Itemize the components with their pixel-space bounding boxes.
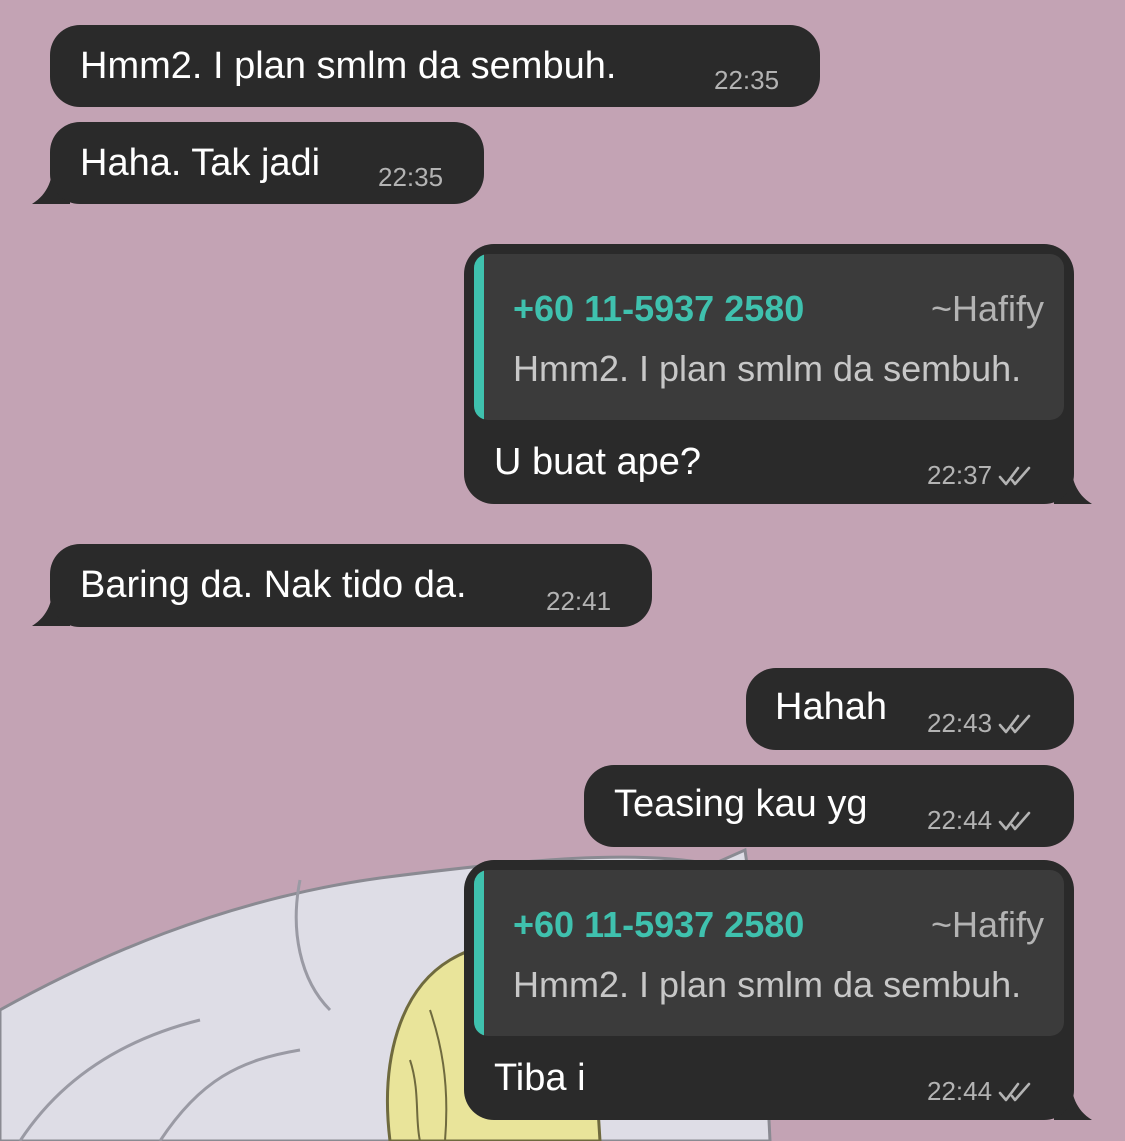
message-bubble-outgoing[interactable]: Hahah 22:43 <box>746 668 1074 750</box>
quoted-sender-number: +60 11-5937 2580 <box>513 288 805 329</box>
quoted-text: Hmm2. I plan smlm da sembuh. <box>513 964 1022 1005</box>
timestamp-text: 22:43 <box>927 708 993 738</box>
message-text: Haha. Tak jadi <box>80 142 321 184</box>
message-text: U buat ape? <box>494 441 702 483</box>
message-bubble-outgoing-reply[interactable]: +60 11-5937 2580 ~Hafify Hmm2. I plan sm… <box>464 244 1074 504</box>
timestamp-text: 22:35 <box>378 162 444 192</box>
message-timestamp: 22:35 <box>378 162 443 193</box>
quoted-sender-number: +60 11-5937 2580 <box>513 904 805 945</box>
timestamp-text: 22:44 <box>927 1076 993 1106</box>
double-check-icon <box>998 1082 1031 1101</box>
message-bubble-outgoing[interactable]: Teasing kau yg 22:44 <box>584 765 1074 847</box>
quoted-message[interactable]: +60 11-5937 2580 ~Hafify Hmm2. I plan sm… <box>474 254 1064 420</box>
message-timestamp: 22:44 <box>927 1076 1034 1107</box>
timestamp-text: 22:35 <box>714 65 780 95</box>
message-timestamp: 22:37 <box>927 460 1034 491</box>
quote-accent-bar <box>474 254 484 420</box>
double-check-icon <box>998 714 1031 733</box>
quoted-sender-alias: ~Hafify <box>930 904 1044 945</box>
message-text: Teasing kau yg <box>614 783 868 825</box>
message-text: Baring da. Nak tido da. <box>80 564 467 606</box>
message-text: Tiba i <box>494 1057 586 1099</box>
message-timestamp: 22:35 <box>714 65 779 96</box>
message-timestamp: 22:44 <box>927 805 1034 836</box>
quoted-text: Hmm2. I plan smlm da sembuh. <box>513 348 1022 389</box>
timestamp-text: 22:44 <box>927 805 993 835</box>
quote-accent-bar <box>474 870 484 1036</box>
timestamp-text: 22:41 <box>546 586 612 616</box>
message-timestamp: 22:41 <box>546 586 611 617</box>
message-bubble-incoming[interactable]: Hmm2. I plan smlm da sembuh. 22:35 <box>50 25 820 107</box>
double-check-icon <box>998 811 1031 830</box>
message-bubble-incoming[interactable]: Baring da. Nak tido da. 22:41 <box>50 544 652 627</box>
quoted-sender-alias: ~Hafify <box>930 288 1044 329</box>
message-timestamp: 22:43 <box>927 708 1034 739</box>
quoted-message[interactable]: +60 11-5937 2580 ~Hafify Hmm2. I plan sm… <box>474 870 1064 1036</box>
double-check-icon <box>998 466 1031 485</box>
timestamp-text: 22:37 <box>927 460 993 490</box>
message-bubble-outgoing-reply[interactable]: +60 11-5937 2580 ~Hafify Hmm2. I plan sm… <box>464 860 1074 1120</box>
message-bubble-incoming[interactable]: Haha. Tak jadi 22:35 <box>50 122 484 204</box>
message-text: Hmm2. I plan smlm da sembuh. <box>80 45 617 87</box>
message-text: Hahah <box>775 686 887 728</box>
